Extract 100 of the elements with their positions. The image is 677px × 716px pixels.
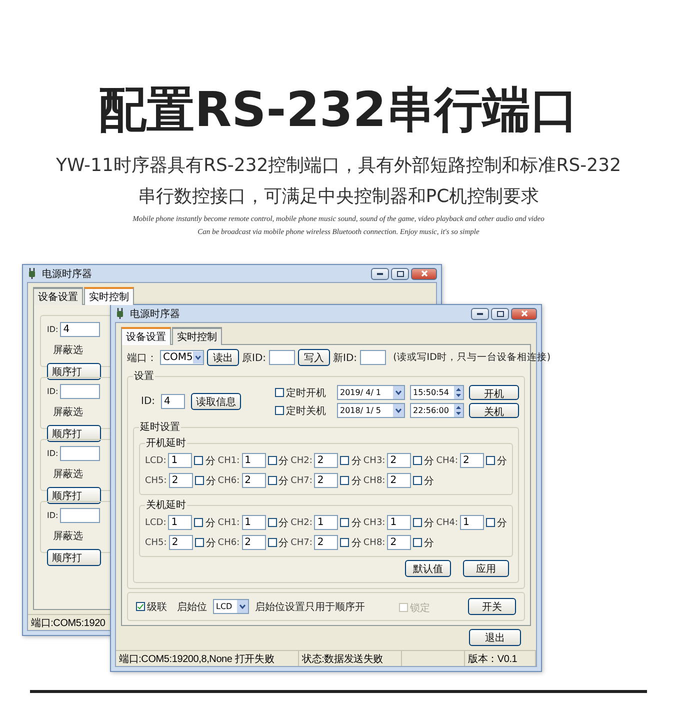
channel-label: CH5: — [145, 538, 167, 548]
minutes-checkbox[interactable]: 分 — [486, 454, 507, 468]
minutes-checkbox[interactable]: 分 — [268, 516, 289, 530]
delay-field[interactable]: 1 — [460, 515, 484, 530]
delay-field[interactable]: 1 — [168, 515, 192, 530]
write-button[interactable]: 写入 — [298, 349, 330, 366]
plug-icon — [27, 268, 38, 279]
switch-button[interactable]: 开关 — [468, 598, 516, 615]
tab[interactable]: 实时控制 — [172, 327, 222, 345]
channel-label: CH7: — [290, 476, 312, 486]
sequence-button[interactable]: 顺序打 — [47, 363, 101, 380]
timer-checkbox[interactable]: 定时关机 — [275, 404, 326, 418]
mask-label: 屏蔽选 — [53, 530, 83, 543]
apply-button[interactable]: 应用 — [463, 560, 509, 577]
minutes-checkbox[interactable]: 分 — [268, 536, 289, 550]
spinner-arrows-icon — [454, 404, 463, 417]
exit-button[interactable]: 退出 — [469, 629, 521, 646]
channel-label: CH8: — [363, 476, 386, 486]
caret-icon — [237, 600, 248, 613]
status-text: 端口:COM5:19200,8,None 打开失败 — [116, 651, 299, 666]
date-dropdown[interactable]: 2018/ 1/ 5 — [337, 403, 405, 418]
time-spinner[interactable]: 15:50:54 — [410, 385, 464, 400]
id-field[interactable]: 4 — [161, 394, 186, 409]
timer-button[interactable]: 开机 — [469, 385, 519, 400]
channel-label: CH6: — [218, 476, 240, 486]
id-label: ID: — [47, 449, 58, 458]
delay-field[interactable]: 1 — [314, 515, 338, 530]
minutes-checkbox[interactable]: 分 — [413, 536, 434, 550]
minimize-button[interactable] — [371, 268, 389, 280]
minutes-checkbox[interactable]: 分 — [340, 536, 362, 550]
id-label: ID: — [47, 325, 58, 334]
tab[interactable]: 实时控制 — [84, 287, 134, 305]
caret-icon — [393, 404, 404, 417]
minutes-checkbox[interactable]: 分 — [413, 516, 434, 530]
id-field[interactable] — [60, 508, 100, 523]
id-field[interactable] — [60, 384, 100, 399]
maximize-button[interactable] — [391, 268, 409, 280]
delay-field[interactable]: 2 — [314, 453, 338, 468]
minimize-button[interactable] — [471, 308, 489, 320]
sequence-button[interactable]: 顺序打 — [47, 549, 101, 566]
id-label: ID: — [47, 387, 58, 396]
delay-field[interactable]: 1 — [242, 453, 266, 468]
minutes-checkbox[interactable]: 分 — [268, 454, 289, 468]
sequence-button[interactable]: 顺序打 — [47, 487, 101, 504]
channel-label: CH4: — [436, 456, 458, 466]
minutes-checkbox[interactable]: 分 — [268, 474, 289, 488]
delay-field[interactable]: 2 — [314, 535, 338, 550]
id-field[interactable]: 4 — [60, 322, 100, 337]
minutes-checkbox[interactable]: 分 — [340, 516, 362, 530]
maximize-icon — [496, 310, 504, 316]
timer-checkbox[interactable]: 定时开机 — [275, 386, 326, 400]
channel-label: CH4: — [436, 518, 458, 528]
default-button[interactable]: 默认值 — [405, 560, 451, 577]
status-text: 状态:数据发送失败 — [299, 651, 402, 666]
maximize-button[interactable] — [491, 308, 509, 320]
date-dropdown[interactable]: 2019/ 4/ 1 — [337, 385, 405, 400]
spinner-arrows-icon — [454, 386, 463, 399]
start-dropdown[interactable]: LCD — [213, 599, 249, 614]
new-id-label: 新ID: — [333, 352, 358, 364]
read-info-button[interactable]: 读取信息 — [191, 393, 242, 410]
read-button[interactable]: 读出 — [207, 349, 239, 366]
group-title: 设置 — [133, 370, 155, 383]
caret-icon — [393, 386, 404, 399]
delay-field[interactable]: 2 — [387, 453, 412, 468]
minutes-checkbox[interactable]: 分 — [486, 516, 507, 530]
delay-field[interactable]: 1 — [168, 453, 192, 468]
delay-field[interactable]: 2 — [387, 473, 412, 488]
minutes-checkbox[interactable]: 分 — [194, 516, 216, 530]
minutes-checkbox[interactable]: 分 — [413, 474, 434, 488]
minutes-checkbox[interactable]: 分 — [340, 454, 362, 468]
port-dropdown[interactable]: COM5 — [160, 350, 204, 365]
new-id-field[interactable] — [360, 350, 386, 365]
time-spinner[interactable]: 22:56:00 — [410, 403, 464, 418]
window-title: 电源时序器 — [42, 268, 92, 280]
old-id-field[interactable] — [269, 350, 296, 365]
delay-field[interactable]: 2 — [314, 473, 338, 488]
delay-field[interactable]: 2 — [168, 473, 193, 488]
tab[interactable]: 设备设置 — [121, 327, 171, 345]
delay-field[interactable]: 2 — [242, 535, 266, 550]
timer-button[interactable]: 关机 — [469, 403, 519, 418]
delay-field[interactable]: 2 — [242, 473, 266, 488]
delay-field[interactable]: 2 — [387, 535, 412, 550]
cascade-checkbox[interactable]: 级联 — [136, 600, 167, 614]
minutes-checkbox[interactable]: 分 — [413, 454, 434, 468]
minutes-checkbox[interactable]: 分 — [194, 474, 216, 488]
sequence-button[interactable]: 顺序打 — [47, 425, 101, 442]
channel-label: CH1: — [218, 518, 240, 528]
delay-field[interactable]: 1 — [242, 515, 266, 530]
delay-field[interactable]: 2 — [460, 453, 484, 468]
tab[interactable]: 设备设置 — [33, 287, 83, 305]
close-button[interactable] — [511, 308, 537, 320]
minutes-checkbox[interactable]: 分 — [194, 536, 216, 550]
delay-field[interactable]: 1 — [387, 515, 412, 530]
close-button[interactable] — [411, 268, 437, 280]
id-field[interactable] — [60, 446, 100, 461]
id-label: ID: — [141, 396, 156, 407]
channel-label: CH6: — [218, 538, 240, 548]
minutes-checkbox[interactable]: 分 — [340, 474, 362, 488]
delay-field[interactable]: 2 — [168, 535, 193, 550]
minutes-checkbox[interactable]: 分 — [194, 454, 216, 468]
